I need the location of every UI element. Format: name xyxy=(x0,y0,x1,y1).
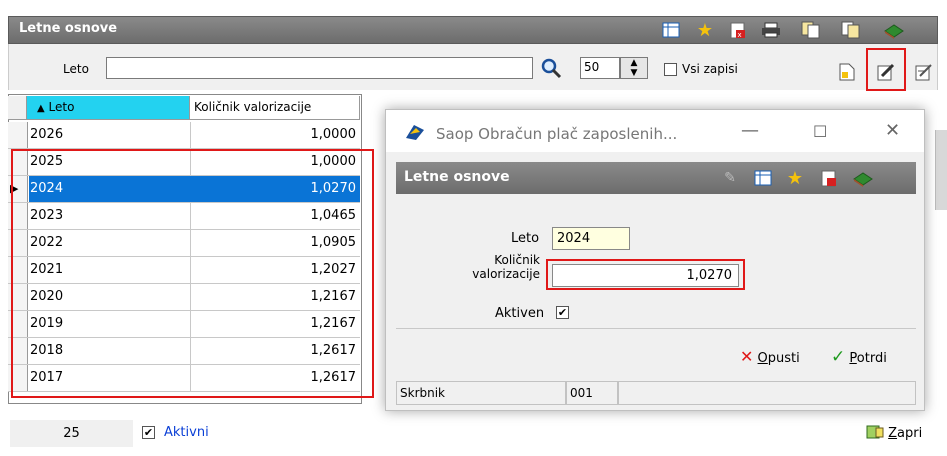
dialog-status-user: Skrbnik xyxy=(396,381,566,405)
leto-field-label: Leto xyxy=(511,231,540,246)
leto-filter-input[interactable] xyxy=(106,57,533,79)
dialog-status-empty xyxy=(618,381,916,405)
kolicnik-field-highlight xyxy=(546,259,745,290)
record-count: 25 xyxy=(10,420,133,447)
multi-edit-icon[interactable] xyxy=(913,61,935,83)
export-icon[interactable] xyxy=(840,19,862,41)
book-icon[interactable] xyxy=(852,167,874,189)
cancel-x-icon: ✕ xyxy=(740,347,754,366)
book-icon[interactable] xyxy=(883,19,905,41)
close-button[interactable]: ✕ xyxy=(885,120,900,141)
rows-highlight xyxy=(11,149,374,398)
cell-leto: 2026 xyxy=(29,122,191,148)
copy-icon[interactable] xyxy=(800,19,822,41)
leto-field[interactable]: 2024 xyxy=(552,227,630,250)
table-icon[interactable] xyxy=(660,19,682,41)
edit-icon[interactable]: ✎ xyxy=(719,167,741,189)
dialog-status-code: 001 xyxy=(566,381,618,405)
maximize-button[interactable]: ☐ xyxy=(813,122,827,141)
checkmark-icon: ✓ xyxy=(831,347,846,367)
delete-icon[interactable] xyxy=(818,167,840,189)
aktivni-label: Aktivni xyxy=(164,425,209,440)
printer-icon[interactable] xyxy=(760,19,782,41)
edit-button-highlight xyxy=(866,48,906,91)
row-indicator xyxy=(8,122,28,148)
svg-text:x: x xyxy=(738,31,742,39)
app-icon xyxy=(404,122,426,142)
minimize-button[interactable]: — xyxy=(741,120,759,141)
vsi-zapisi-checkbox[interactable] xyxy=(664,63,677,76)
sort-up-icon: ▲ xyxy=(37,103,45,114)
zapri-button[interactable]: Zapri xyxy=(866,425,922,441)
page-title: Letne osnove xyxy=(19,21,118,36)
record-limit-stepper[interactable]: ▲ ▼ xyxy=(620,57,648,79)
table-icon[interactable] xyxy=(752,167,774,189)
aktivni-checkbox[interactable]: ✔ xyxy=(142,426,155,439)
star-icon[interactable]: ★ xyxy=(694,19,716,41)
row-indicator-header xyxy=(8,96,27,120)
potrdi-button[interactable]: ✓ Potrdi xyxy=(831,347,887,367)
vertical-scrollbar[interactable] xyxy=(935,130,947,210)
delete-icon[interactable]: x xyxy=(727,19,749,41)
dialog-header-title: Letne osnove xyxy=(404,169,510,185)
kolicnik-field-label: Količnik valorizacije xyxy=(472,253,540,281)
cell-kolicnik: 1,0000 xyxy=(310,127,357,142)
vsi-zapisi-label: Vsi zapisi xyxy=(682,62,738,76)
column-header-kolicnik[interactable]: Količnik valorizacije xyxy=(190,96,360,120)
new-document-icon[interactable] xyxy=(836,61,858,83)
dialog-window-title: Saop Obračun plač zaposlenih... xyxy=(436,125,678,143)
main-title-bar: Letne osnove xyxy=(8,16,938,44)
table-row[interactable]: 2026 1,0000 xyxy=(8,122,360,149)
column-header-leto[interactable]: ▲ Leto xyxy=(27,96,190,120)
aktiven-checkbox[interactable]: ✔ xyxy=(556,306,569,319)
search-icon[interactable] xyxy=(540,57,564,79)
leto-filter-label: Leto xyxy=(63,62,89,76)
aktiven-label: Aktiven xyxy=(495,306,545,321)
opusti-button[interactable]: ✕ Opusti xyxy=(740,347,800,366)
dialog-divider xyxy=(396,328,916,329)
close-door-icon xyxy=(866,425,888,441)
column-header-leto-label: Leto xyxy=(48,100,75,114)
star-icon[interactable]: ★ xyxy=(784,167,806,189)
record-limit-input[interactable]: 50 xyxy=(580,57,620,79)
